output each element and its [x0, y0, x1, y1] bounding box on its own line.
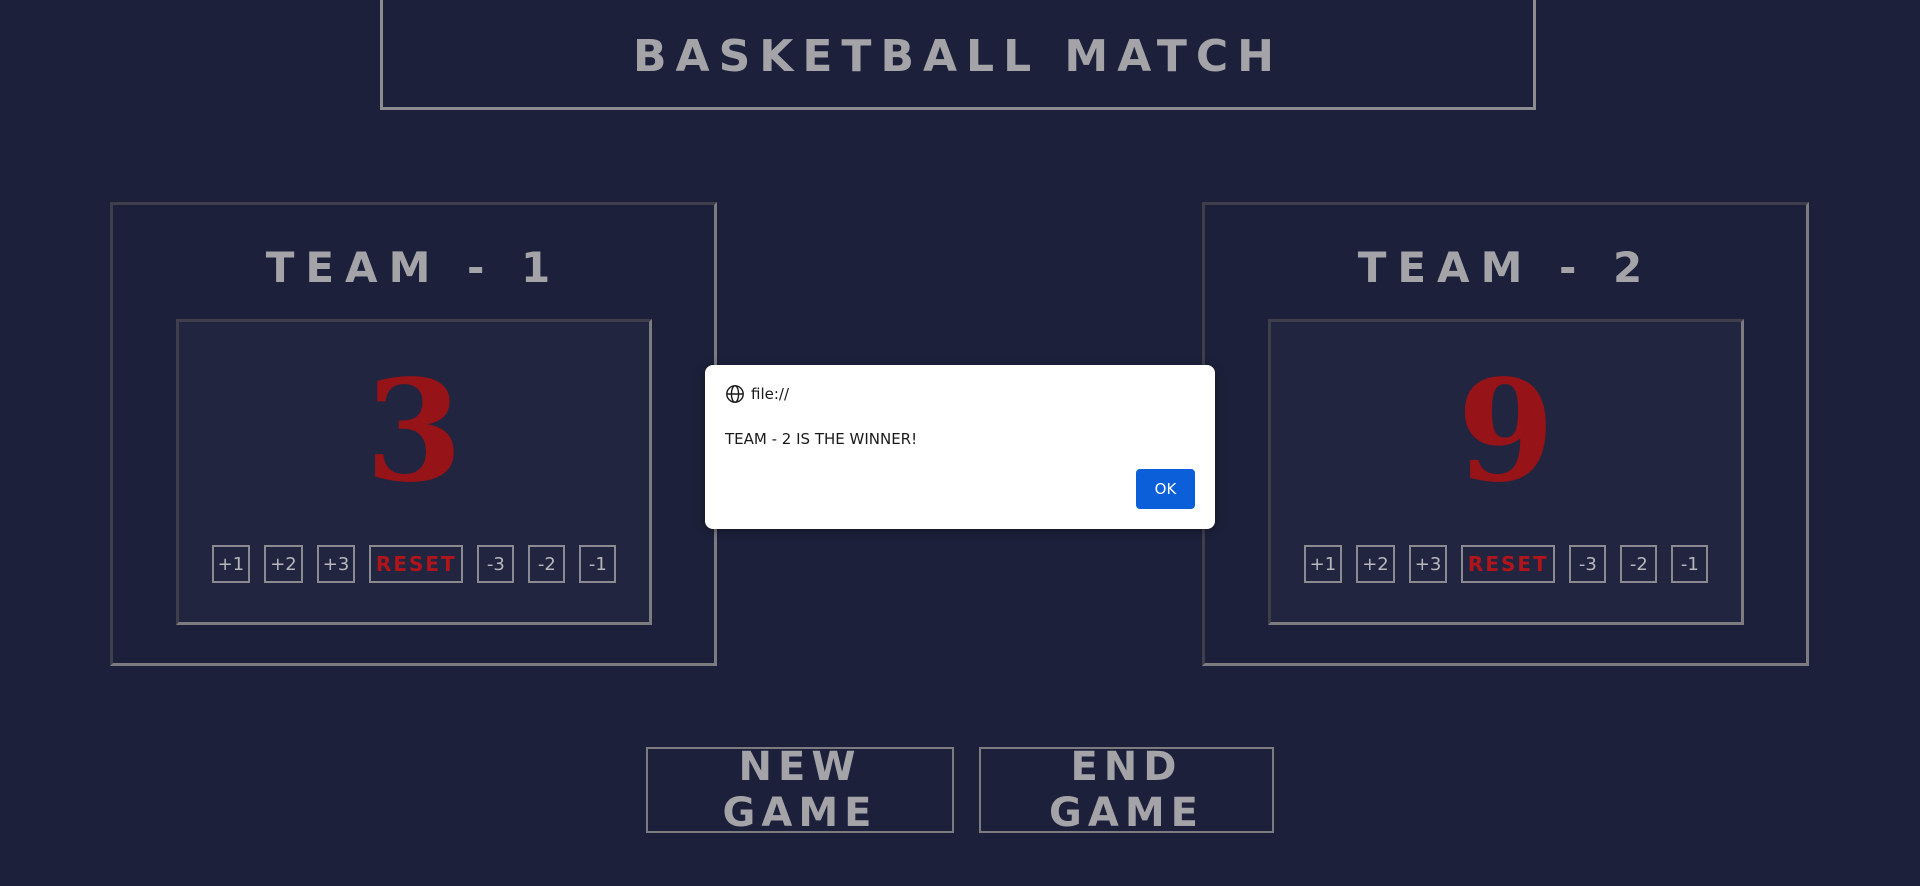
- team-2-plus-2-button[interactable]: +2: [1356, 545, 1395, 583]
- dialog-origin-text: file://: [751, 385, 790, 403]
- team-1-reset-button[interactable]: RESET: [369, 545, 464, 583]
- title-banner: BASKETBALL MATCH: [380, 0, 1536, 110]
- new-game-button[interactable]: NEW GAME: [646, 744, 954, 836]
- team-2-name: TEAM - 2: [1357, 243, 1654, 292]
- team-2-minus-1-button[interactable]: -1: [1671, 545, 1709, 583]
- team-1-plus-2-button[interactable]: +2: [264, 545, 303, 583]
- team-2-reset-button[interactable]: RESET: [1461, 545, 1556, 583]
- globe-icon: [726, 385, 744, 403]
- team-1-button-row: +1 +2 +3 RESET -3 -2 -1: [179, 545, 649, 583]
- end-game-button[interactable]: END GAME: [979, 744, 1274, 836]
- team-1-plus-1-button[interactable]: +1: [211, 545, 251, 583]
- team-1-name: TEAM - 1: [265, 243, 562, 292]
- team-2-plus-3-button[interactable]: +3: [1408, 545, 1448, 583]
- alert-dialog: file:// TEAM - 2 IS THE WINNER! OK: [705, 365, 1215, 529]
- team-1-minus-3-button[interactable]: -3: [477, 545, 515, 583]
- team-1-plus-3-button[interactable]: +3: [316, 545, 356, 583]
- team-2-minus-3-button[interactable]: -3: [1569, 545, 1607, 583]
- scoreboard-page: BASKETBALL MATCH TEAM - 1 3 +1 +2 +3 RES…: [0, 0, 1920, 886]
- team-2-minus-2-button[interactable]: -2: [1620, 545, 1658, 583]
- page-title: BASKETBALL MATCH: [633, 30, 1283, 82]
- team-1-minus-1-button[interactable]: -1: [579, 545, 617, 583]
- team-2-score-box: 9 +1 +2 +3 RESET -3 -2 -1: [1268, 319, 1744, 625]
- dialog-origin: file://: [725, 384, 789, 404]
- team-2-score: 9: [1457, 350, 1555, 514]
- team-2-plus-1-button[interactable]: +1: [1303, 545, 1343, 583]
- team-2-button-row: +1 +2 +3 RESET -3 -2 -1: [1271, 545, 1741, 583]
- dialog-message: TEAM - 2 IS THE WINNER!: [725, 430, 918, 448]
- team-1-score: 3: [365, 350, 463, 514]
- team-1-score-box: 3 +1 +2 +3 RESET -3 -2 -1: [176, 319, 652, 625]
- team-1-panel: TEAM - 1 3 +1 +2 +3 RESET -3 -2 -1: [110, 202, 717, 666]
- team-1-minus-2-button[interactable]: -2: [528, 545, 566, 583]
- team-2-panel: TEAM - 2 9 +1 +2 +3 RESET -3 -2 -1: [1202, 202, 1809, 666]
- ok-button[interactable]: OK: [1136, 469, 1195, 509]
